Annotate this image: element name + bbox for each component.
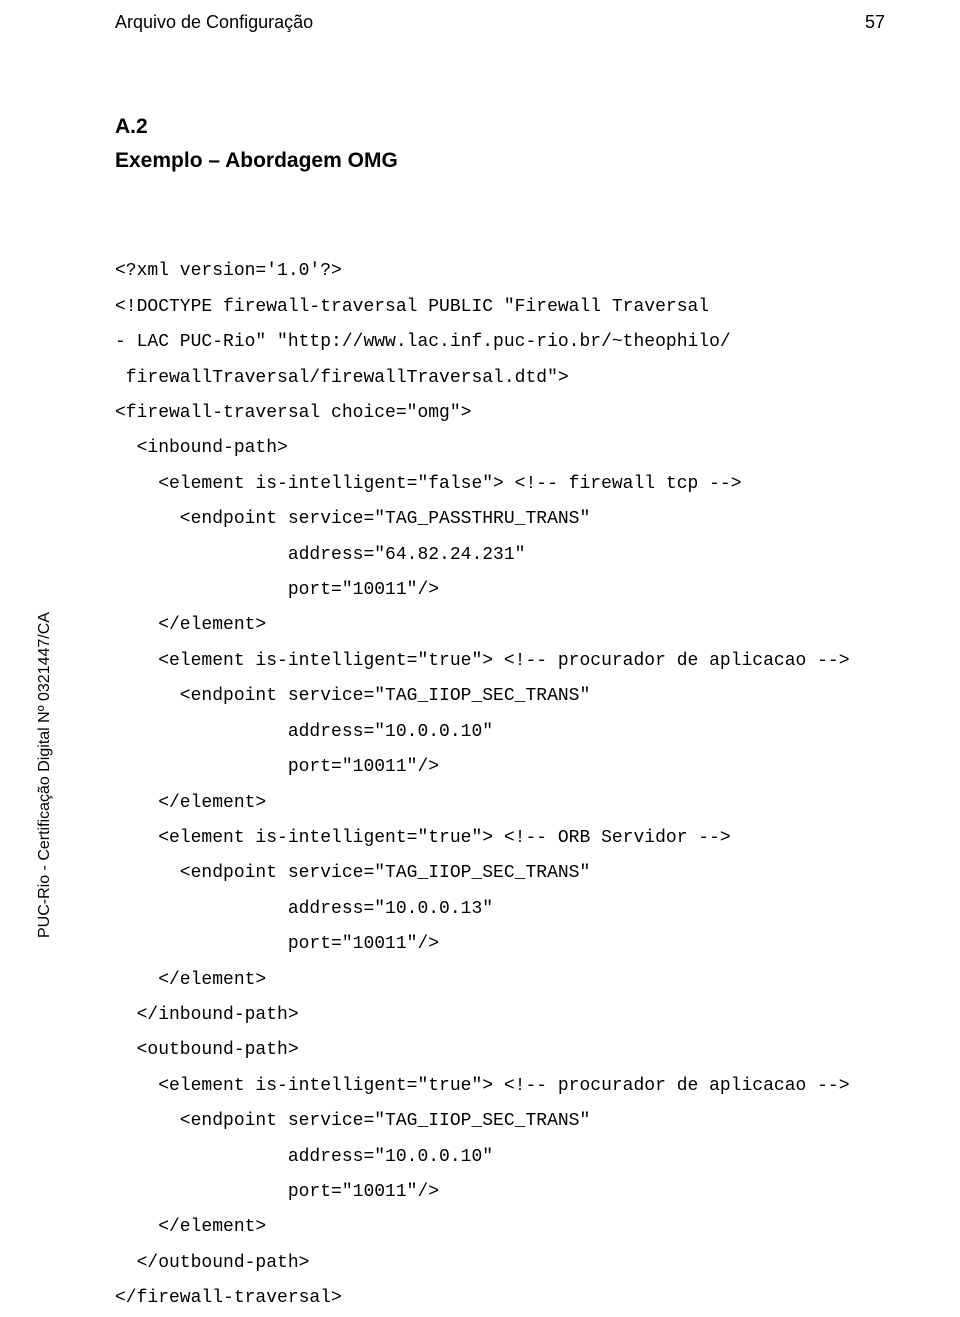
page-number: 57 bbox=[865, 12, 885, 33]
code-line: port="10011"/> bbox=[115, 757, 439, 777]
code-line: address="64.82.24.231" bbox=[115, 545, 525, 565]
code-line: <element is-intelligent="true"> <!-- pro… bbox=[115, 1076, 850, 1096]
code-line: <element is-intelligent="true"> <!-- pro… bbox=[115, 651, 850, 671]
code-line: <element is-intelligent="true"> <!-- ORB… bbox=[115, 828, 731, 848]
code-line: <!DOCTYPE firewall-traversal PUBLIC "Fir… bbox=[115, 297, 709, 317]
code-line: <inbound-path> bbox=[115, 438, 288, 458]
code-line: </inbound-path> bbox=[115, 1005, 299, 1025]
code-line: <element is-intelligent="false"> <!-- fi… bbox=[115, 474, 742, 494]
code-line: <endpoint service="TAG_PASSTHRU_TRANS" bbox=[115, 509, 590, 529]
code-line: <outbound-path> bbox=[115, 1040, 299, 1060]
page: Arquivo de Configuração 57 PUC-Rio - Cer… bbox=[0, 0, 960, 1302]
code-block: <?xml version='1.0'?> <!DOCTYPE firewall… bbox=[115, 219, 920, 1317]
code-line: address="10.0.0.10" bbox=[115, 1147, 493, 1167]
code-line: </element> bbox=[115, 1217, 266, 1237]
code-line: port="10011"/> bbox=[115, 580, 439, 600]
header-title: Arquivo de Configuração bbox=[115, 12, 313, 33]
code-line: <endpoint service="TAG_IIOP_SEC_TRANS" bbox=[115, 1111, 590, 1131]
content: A.2 Exemplo – Abordagem OMG <?xml versio… bbox=[115, 115, 920, 1317]
code-line: </outbound-path> bbox=[115, 1253, 309, 1273]
code-line: <endpoint service="TAG_IIOP_SEC_TRANS" bbox=[115, 686, 590, 706]
code-line: address="10.0.0.10" bbox=[115, 722, 493, 742]
code-line: <endpoint service="TAG_IIOP_SEC_TRANS" bbox=[115, 863, 590, 883]
code-line: </element> bbox=[115, 615, 266, 635]
code-line: <?xml version='1.0'?> bbox=[115, 261, 342, 281]
code-line: firewallTraversal/firewallTraversal.dtd"… bbox=[115, 368, 569, 388]
certification-note: PUC-Rio - Certificação Digital Nº 032144… bbox=[36, 612, 54, 938]
code-line: port="10011"/> bbox=[115, 934, 439, 954]
code-line: - LAC PUC-Rio" "http://www.lac.inf.puc-r… bbox=[115, 332, 731, 352]
code-line: </element> bbox=[115, 970, 266, 990]
code-line: <firewall-traversal choice="omg"> bbox=[115, 403, 471, 423]
section-label: A.2 bbox=[115, 115, 920, 139]
code-line: </element> bbox=[115, 793, 266, 813]
code-line: address="10.0.0.13" bbox=[115, 899, 493, 919]
code-line: </firewall-traversal> bbox=[115, 1288, 342, 1308]
code-line: port="10011"/> bbox=[115, 1182, 439, 1202]
running-head: Arquivo de Configuração 57 bbox=[115, 12, 885, 33]
section-title: Exemplo – Abordagem OMG bbox=[115, 149, 920, 173]
